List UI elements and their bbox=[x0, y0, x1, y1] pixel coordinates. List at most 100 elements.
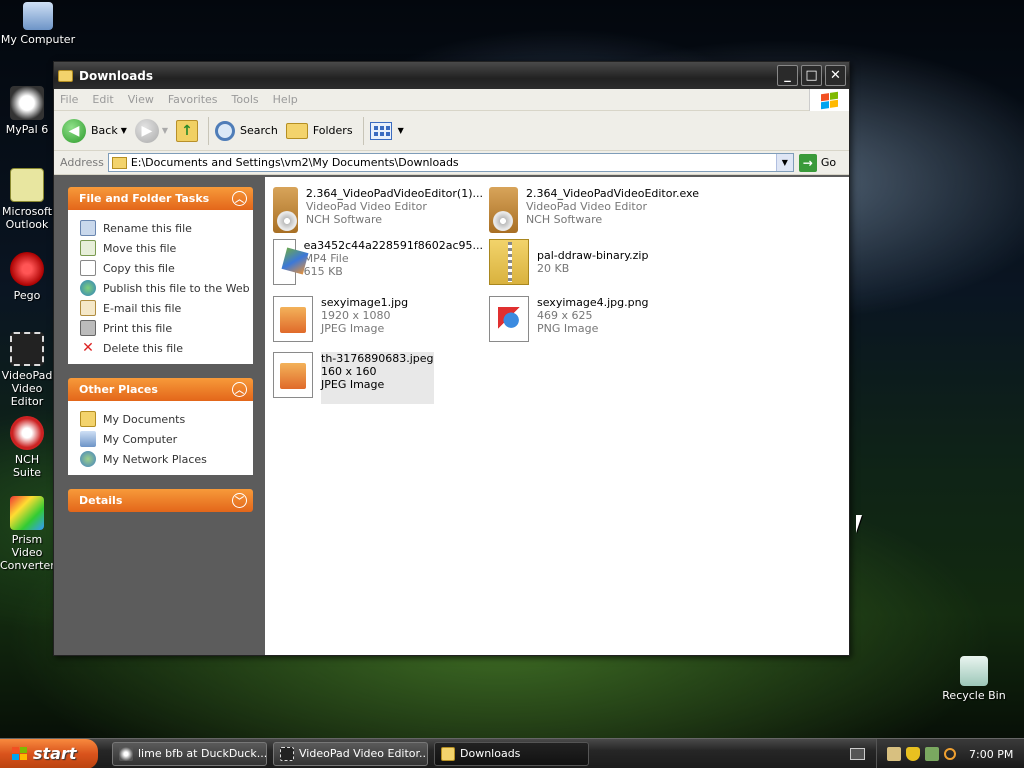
file-item[interactable]: ea3452c44a228591f8602ac95... MP4 File 61… bbox=[273, 239, 483, 291]
tray-app-icon[interactable] bbox=[887, 747, 901, 761]
back-arrow-icon: ◀ bbox=[62, 118, 86, 143]
panel-header[interactable]: Details ﹀ bbox=[68, 489, 253, 512]
window-body: File and Folder Tasks ︿ Rename this file… bbox=[54, 177, 849, 655]
mouse-cursor-icon bbox=[856, 515, 868, 533]
network-icon[interactable] bbox=[925, 747, 939, 761]
chevron-down-icon[interactable]: ▼ bbox=[398, 126, 404, 135]
task-pane: File and Folder Tasks ︿ Rename this file… bbox=[54, 177, 265, 655]
task-delete[interactable]: ✕ Delete this file bbox=[80, 338, 253, 358]
file-name: 2.364_VideoPadVideoEditor.exe bbox=[525, 187, 699, 200]
folders-button[interactable]: Folders bbox=[285, 122, 353, 139]
forward-button[interactable]: ▶ ▼ bbox=[134, 118, 168, 143]
up-button[interactable]: ↑ bbox=[176, 119, 199, 142]
file-name: sexyimage1.jpg bbox=[321, 296, 409, 309]
window-title: Downloads bbox=[79, 68, 154, 83]
file-item[interactable]: pal-ddraw-binary.zip 20 KB bbox=[489, 239, 699, 291]
mypal-icon bbox=[10, 86, 44, 120]
mp4-file-icon bbox=[273, 239, 296, 285]
menu-bar: File Edit View Favorites Tools Help bbox=[54, 89, 849, 111]
task-move[interactable]: Move this file bbox=[80, 238, 253, 258]
desktop-icon-videopad[interactable]: VideoPad Video Editor bbox=[0, 332, 54, 408]
file-detail: 1920 x 1080 bbox=[321, 309, 391, 322]
jpeg-image-icon bbox=[273, 296, 313, 342]
task-copy[interactable]: Copy this file bbox=[80, 258, 253, 278]
desktop-icon-recycle-bin[interactable]: Recycle Bin bbox=[936, 656, 1012, 702]
minimize-button[interactable]: _ bbox=[777, 65, 798, 86]
menu-help[interactable]: Help bbox=[273, 93, 298, 106]
chevron-down-icon[interactable]: ﹀ bbox=[232, 493, 247, 508]
search-icon[interactable] bbox=[944, 748, 956, 760]
computer-icon bbox=[80, 431, 96, 447]
folder-icon bbox=[111, 156, 127, 169]
jpeg-image-icon bbox=[273, 352, 313, 398]
file-detail: NCH Software bbox=[525, 213, 603, 226]
address-label: Address bbox=[60, 156, 104, 169]
file-item[interactable]: sexyimage1.jpg 1920 x 1080 JPEG Image bbox=[273, 296, 483, 348]
my-documents-icon bbox=[80, 411, 96, 427]
search-button[interactable]: Search bbox=[215, 120, 278, 141]
desktop-icon-prism[interactable]: Prism Video Converter bbox=[0, 496, 54, 572]
task-email[interactable]: E-mail this file bbox=[80, 298, 253, 318]
back-label: Back bbox=[91, 124, 118, 137]
file-item[interactable]: 2.364_VideoPadVideoEditor(1)... VideoPad… bbox=[273, 187, 483, 239]
file-item[interactable]: sexyimage4.jpg.png 469 x 625 PNG Image bbox=[489, 296, 699, 348]
menu-view[interactable]: View bbox=[128, 93, 154, 106]
chevron-up-icon[interactable]: ︿ bbox=[232, 382, 247, 397]
file-detail: 469 x 625 bbox=[537, 309, 593, 322]
desktop-icon-label: My Computer bbox=[0, 33, 76, 46]
chevron-up-icon[interactable]: ︿ bbox=[232, 191, 247, 206]
task-publish[interactable]: Publish this file to the Web bbox=[80, 278, 253, 298]
address-input[interactable]: E:\Documents and Settings\vm2\My Documen… bbox=[107, 153, 794, 172]
task-label: Publish this file to the Web bbox=[103, 281, 250, 295]
place-my-documents[interactable]: My Documents bbox=[80, 409, 253, 429]
png-image-icon bbox=[489, 296, 529, 342]
toolbar-divider bbox=[362, 116, 364, 145]
file-name: pal-ddraw-binary.zip bbox=[537, 249, 649, 262]
file-item[interactable]: th-3176890683.jpeg 160 x 160 JPEG Image bbox=[273, 352, 483, 404]
clock[interactable]: 7:00 PM bbox=[969, 748, 1013, 761]
file-name: 2.364_VideoPadVideoEditor(1)... bbox=[305, 187, 483, 200]
keyboard-icon[interactable] bbox=[850, 748, 865, 760]
back-button[interactable]: ◀ Back ▼ bbox=[62, 118, 127, 143]
place-label: My Documents bbox=[103, 412, 186, 426]
task-label: E-mail this file bbox=[103, 301, 182, 315]
file-item[interactable]: 2.364_VideoPadVideoEditor.exe VideoPad V… bbox=[489, 187, 699, 239]
task-label: lime bfb at DuckDuck... bbox=[138, 747, 267, 760]
desktop-icon-nch-suite[interactable]: NCH Suite bbox=[0, 416, 54, 479]
task-rename[interactable]: Rename this file bbox=[80, 218, 253, 238]
menu-tools[interactable]: Tools bbox=[232, 93, 259, 106]
installer-icon bbox=[273, 187, 298, 233]
go-button[interactable]: → Go bbox=[798, 153, 836, 172]
desktop-icon-pego[interactable]: Pego bbox=[0, 252, 54, 302]
close-button[interactable]: ✕ bbox=[825, 65, 846, 86]
details-panel: Details ﹀ bbox=[68, 489, 253, 512]
taskbar-button-videopad[interactable]: VideoPad Video Editor... bbox=[273, 741, 428, 766]
maximize-button[interactable]: □ bbox=[801, 65, 822, 86]
menu-favorites[interactable]: Favorites bbox=[168, 93, 218, 106]
panel-header[interactable]: Other Places ︿ bbox=[68, 378, 253, 401]
desktop-icon-my-computer[interactable]: My Computer bbox=[0, 2, 76, 46]
file-name: ea3452c44a228591f8602ac95... bbox=[303, 239, 483, 252]
menu-file[interactable]: File bbox=[60, 93, 78, 106]
views-button[interactable]: ▼ bbox=[369, 121, 404, 140]
taskbar-button-browser[interactable]: lime bfb at DuckDuck... bbox=[112, 741, 267, 766]
menu-edit[interactable]: Edit bbox=[92, 93, 113, 106]
chevron-down-icon[interactable]: ▼ bbox=[162, 126, 168, 135]
forward-arrow-icon: ▶ bbox=[134, 118, 159, 143]
task-print[interactable]: Print this file bbox=[80, 318, 253, 338]
network-icon bbox=[80, 451, 96, 467]
file-name: th-3176890683.jpeg bbox=[321, 352, 434, 365]
shield-icon[interactable] bbox=[906, 747, 920, 761]
desktop-icon-label: NCH Suite bbox=[12, 453, 42, 479]
place-my-network[interactable]: My Network Places bbox=[80, 449, 253, 469]
title-bar[interactable]: Downloads _ □ ✕ bbox=[54, 62, 849, 89]
start-button[interactable]: start bbox=[0, 738, 98, 768]
desktop-icon-mypal[interactable]: MyPal 6 bbox=[0, 86, 54, 136]
desktop-icon-outlook[interactable]: Microsoft Outlook bbox=[0, 168, 54, 231]
chevron-down-icon[interactable]: ▼ bbox=[121, 126, 127, 135]
place-my-computer[interactable]: My Computer bbox=[80, 429, 253, 449]
taskbar-button-downloads[interactable]: Downloads bbox=[434, 741, 589, 766]
chevron-down-icon[interactable]: ▼ bbox=[775, 154, 793, 171]
folder-icon bbox=[441, 746, 455, 761]
panel-header[interactable]: File and Folder Tasks ︿ bbox=[68, 187, 253, 210]
